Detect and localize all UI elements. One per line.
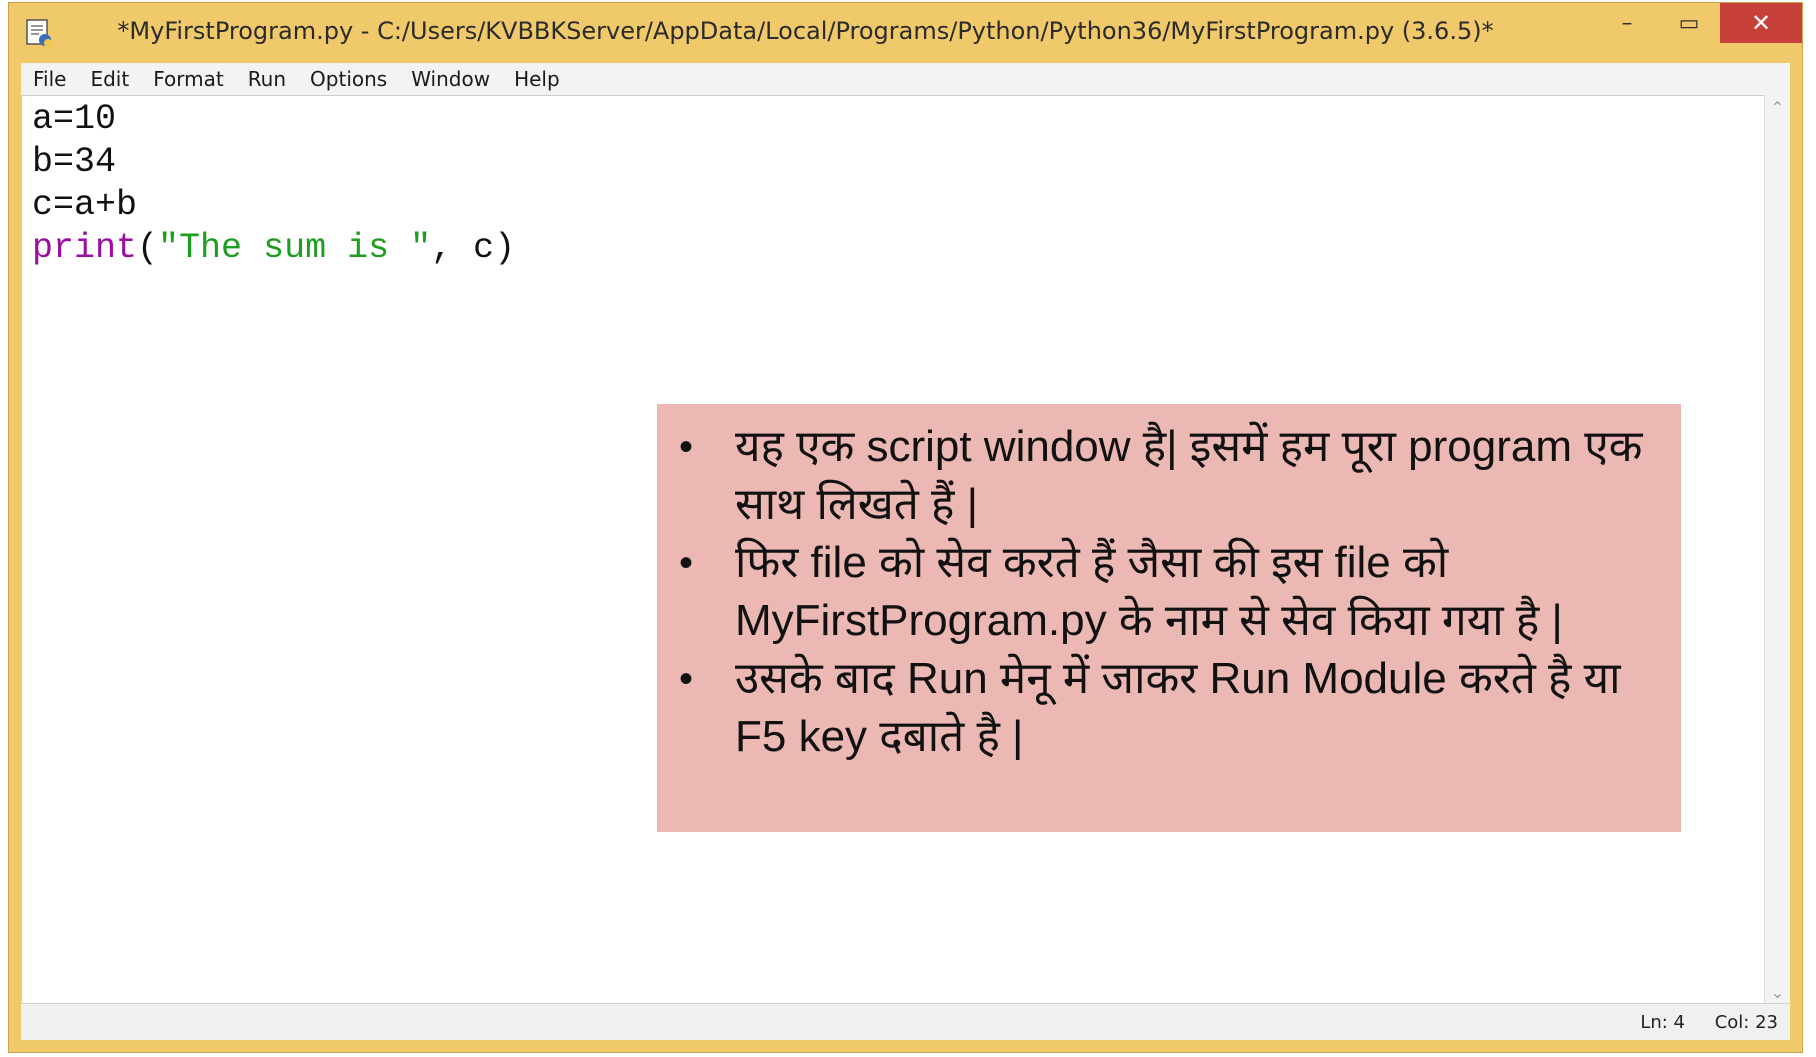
menu-format[interactable]: Format [141, 67, 235, 91]
builtin-print: print [32, 228, 138, 268]
scroll-down-icon[interactable]: ⌄ [1765, 980, 1790, 1004]
annotation-note: यह एक script window है| इसमें हम पूरा pr… [657, 404, 1681, 832]
title-bar[interactable]: *MyFirstProgram.py - C:/Users/KVBBKServe… [9, 3, 1802, 63]
code-line-3[interactable]: c=a+b [32, 184, 515, 227]
code-line-1[interactable]: a=10 [32, 98, 515, 141]
note-bullet-1: यह एक script window है| इसमें हम पूरा pr… [675, 418, 1651, 534]
minimize-button[interactable]: – [1596, 3, 1658, 43]
close-button[interactable]: ✕ [1720, 3, 1802, 43]
note-bullet-2: फिर file को सेव करते हैं जैसा की इस file… [675, 534, 1651, 650]
menu-help[interactable]: Help [502, 67, 572, 91]
window-controls: – ▭ ✕ [1596, 3, 1802, 43]
menu-options[interactable]: Options [298, 67, 399, 91]
code-rest: , c) [431, 228, 516, 268]
code-editor[interactable]: a=10b=34c=a+bprint("The sum is ", c) यह … [21, 95, 1765, 1004]
note-bullet-3: उसके बाद Run मेनू में जाकर Run Module कर… [675, 650, 1651, 766]
string-literal: "The sum is " [158, 228, 432, 268]
menu-bar: File Edit Format Run Options Window Help [21, 63, 1790, 95]
menu-window[interactable]: Window [399, 67, 502, 91]
vertical-scrollbar[interactable]: ⌃ ⌄ [1764, 95, 1790, 1004]
menu-edit[interactable]: Edit [78, 67, 141, 91]
code-text[interactable]: a=10 b=34 c=a+b print("The sum is ", c) [32, 98, 515, 270]
scroll-up-icon[interactable]: ⌃ [1765, 95, 1790, 119]
status-column-number: Col: 23 [1714, 1012, 1778, 1033]
maximize-button[interactable]: ▭ [1658, 3, 1720, 43]
menu-file[interactable]: File [21, 67, 78, 91]
python-idle-icon [26, 19, 52, 47]
status-line-number: Ln: 4 [1640, 1012, 1685, 1033]
code-line-2[interactable]: b=34 [32, 141, 515, 184]
note-list: यह एक script window है| इसमें हम पूरा pr… [675, 418, 1651, 766]
status-bar: Ln: 4 Col: 23 [21, 1003, 1790, 1040]
window-title: *MyFirstProgram.py - C:/Users/KVBBKServe… [117, 17, 1494, 45]
idle-editor-window: *MyFirstProgram.py - C:/Users/KVBBKServe… [8, 2, 1803, 1053]
code-line-4[interactable]: print("The sum is ", c) [32, 227, 515, 270]
menu-run[interactable]: Run [236, 67, 298, 91]
open-paren: ( [137, 228, 159, 268]
